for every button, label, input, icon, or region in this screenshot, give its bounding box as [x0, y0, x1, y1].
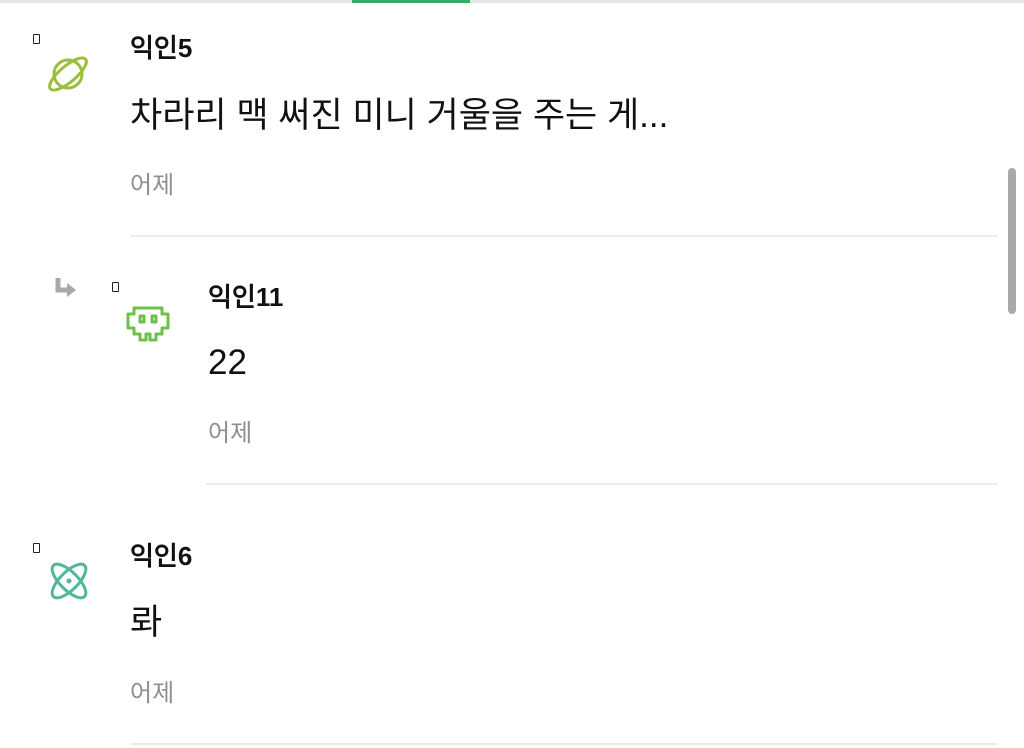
comment-divider [206, 483, 998, 485]
comment-author[interactable]: 익인11 [208, 282, 283, 312]
reply-arrow-icon [55, 278, 76, 297]
scrollbar-thumb[interactable] [1008, 168, 1016, 314]
comment-marker-icon [33, 543, 40, 553]
active-tab-indicator [352, 0, 470, 3]
top-border [0, 0, 1024, 3]
comment-author[interactable]: 익인5 [130, 33, 192, 63]
planet-icon[interactable] [42, 48, 94, 100]
comment-time: 어제 [208, 420, 253, 447]
comment-time: 어제 [130, 680, 175, 707]
comment-marker-icon [112, 282, 119, 292]
comment-text: 22 [208, 343, 247, 382]
space-invader-icon[interactable] [122, 294, 174, 346]
comment-divider [130, 743, 998, 745]
comment-text: 차라리 맥 써진 미니 거울을 주는 게... [130, 96, 669, 135]
atom-icon[interactable] [43, 555, 95, 607]
comment-text: 롸 [130, 603, 163, 642]
comment-marker-icon [33, 34, 40, 44]
comment-author[interactable]: 익인6 [130, 541, 192, 571]
comment-time: 어제 [130, 172, 175, 199]
comment-divider [130, 235, 998, 237]
